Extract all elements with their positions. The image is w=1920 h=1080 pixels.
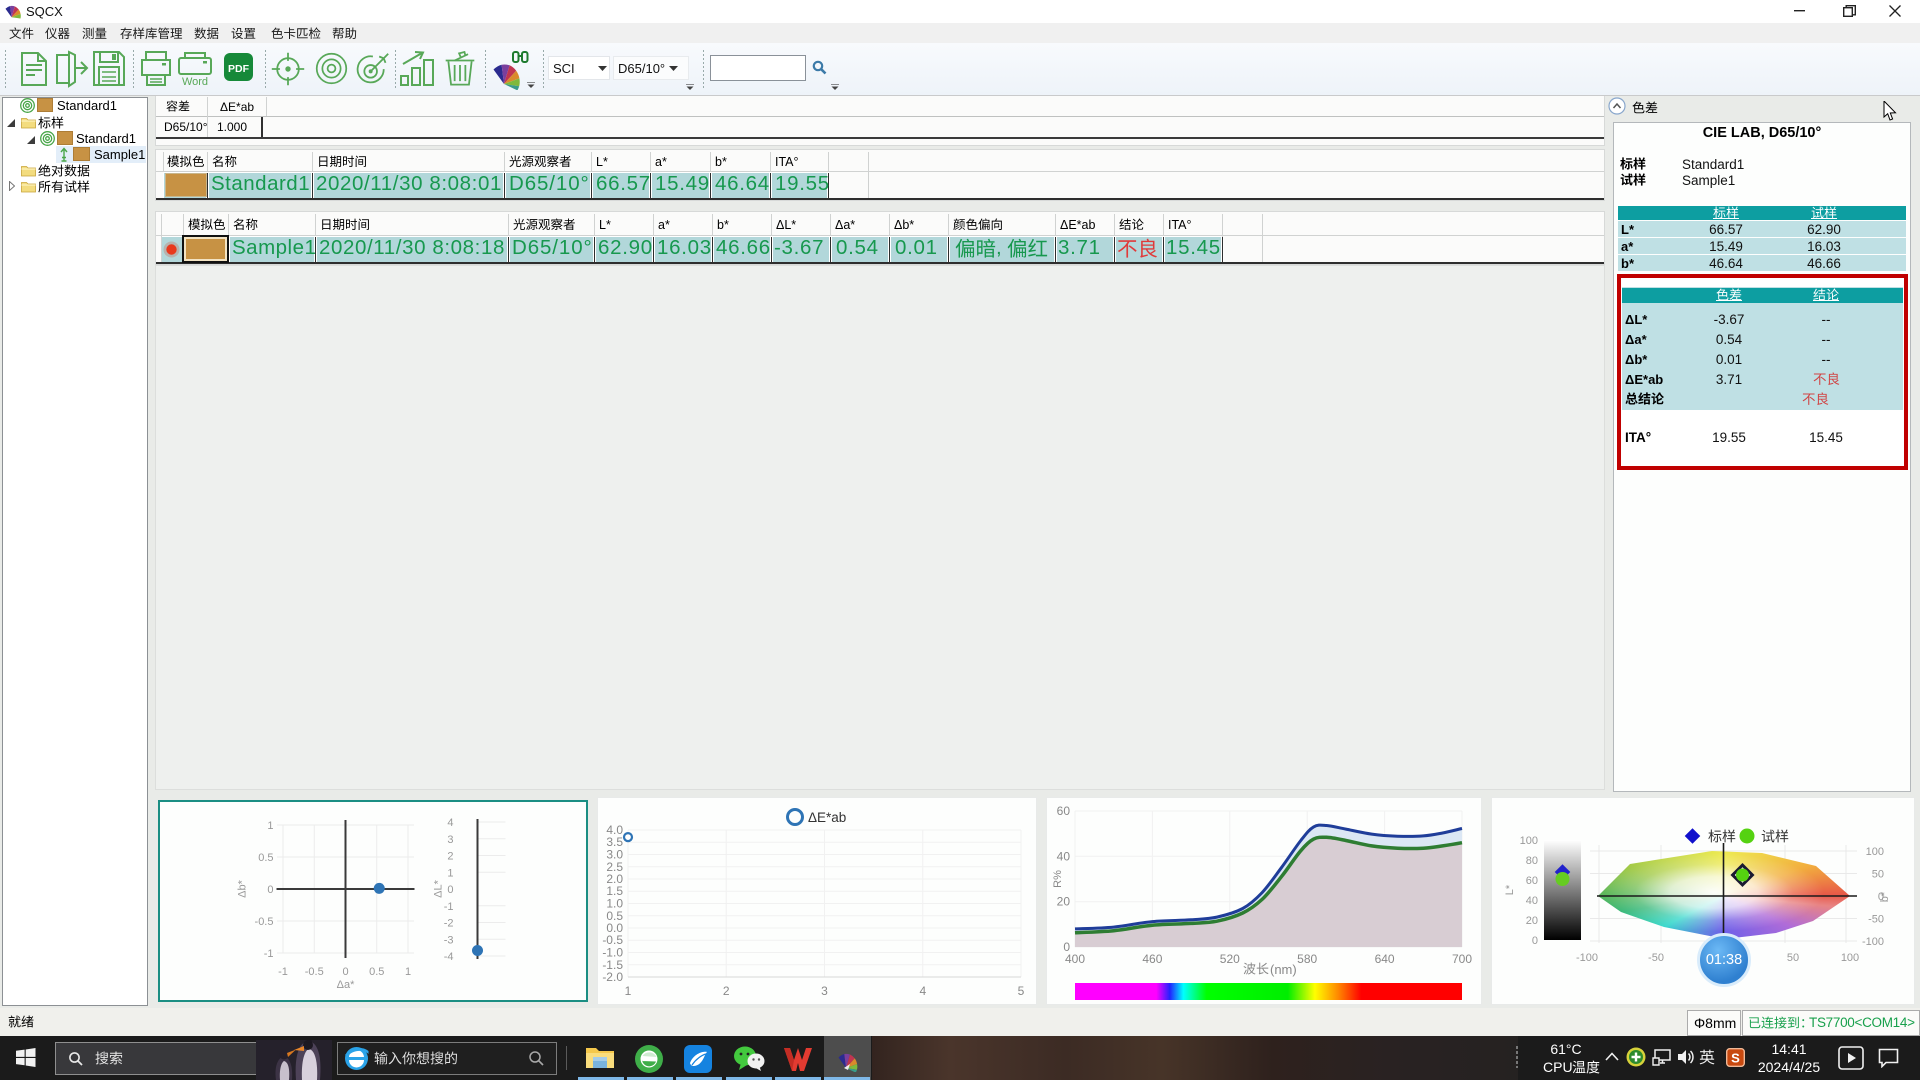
svg-text:-4: -4	[444, 951, 454, 963]
svg-text:3: 3	[447, 834, 453, 846]
svg-text:50: 50	[1872, 869, 1884, 881]
svg-text:R%: R%	[1052, 870, 1064, 888]
svg-text:b*: b*	[1879, 891, 1891, 902]
svg-text:40: 40	[1526, 895, 1538, 907]
svg-text:Δa*: Δa*	[337, 979, 355, 991]
svg-text:4: 4	[919, 984, 926, 998]
svg-text:20: 20	[1526, 915, 1538, 927]
svg-text:PDF: PDF	[228, 63, 250, 75]
svg-text:520: 520	[1220, 952, 1240, 966]
svg-text:400: 400	[1065, 952, 1085, 966]
svg-text:1: 1	[625, 984, 632, 998]
svg-text:ΔL*: ΔL*	[433, 879, 445, 897]
svg-text:5: 5	[1018, 984, 1025, 998]
svg-text:1: 1	[267, 820, 273, 832]
svg-text:-50: -50	[1868, 914, 1884, 926]
svg-text:1: 1	[447, 867, 453, 879]
svg-text:2: 2	[447, 851, 453, 863]
svg-text:80: 80	[1526, 855, 1538, 867]
svg-text:-100: -100	[1576, 952, 1598, 964]
svg-text:-2: -2	[444, 918, 454, 930]
svg-text:640: 640	[1375, 952, 1395, 966]
svg-text:L*: L*	[1504, 884, 1516, 895]
svg-text:100: 100	[1520, 835, 1538, 847]
svg-text:-1: -1	[264, 948, 274, 960]
svg-text:60: 60	[1057, 804, 1071, 818]
svg-text:Word: Word	[182, 76, 208, 87]
svg-text:-3: -3	[444, 934, 454, 946]
svg-text:ΔE*ab: ΔE*ab	[808, 810, 846, 825]
svg-text:-2.0: -2.0	[602, 970, 623, 984]
svg-text:50: 50	[1787, 952, 1799, 964]
svg-text:2: 2	[723, 984, 730, 998]
svg-text:0: 0	[342, 966, 348, 978]
svg-text:0: 0	[447, 884, 453, 896]
svg-text:-0.5: -0.5	[305, 966, 324, 978]
svg-text:-1: -1	[444, 901, 454, 913]
svg-text:20: 20	[1057, 895, 1071, 909]
svg-text:0.5: 0.5	[369, 966, 384, 978]
svg-text:-100: -100	[1862, 936, 1884, 948]
svg-text:0: 0	[1063, 940, 1070, 954]
svg-text:700: 700	[1452, 952, 1472, 966]
svg-text:580: 580	[1297, 952, 1317, 966]
svg-text:4: 4	[447, 817, 453, 829]
svg-text:Δb*: Δb*	[237, 879, 249, 897]
svg-text:-50: -50	[1648, 952, 1664, 964]
svg-text:-1: -1	[278, 966, 288, 978]
svg-text:100: 100	[1841, 952, 1859, 964]
svg-text:0.5: 0.5	[258, 852, 273, 864]
svg-text:60: 60	[1526, 875, 1538, 887]
svg-text:-0.5: -0.5	[255, 916, 274, 928]
svg-text:0: 0	[267, 884, 273, 896]
svg-text:40: 40	[1057, 849, 1071, 863]
svg-text:S: S	[1731, 1051, 1740, 1066]
svg-text:100: 100	[1866, 846, 1884, 858]
svg-text:3: 3	[821, 984, 828, 998]
svg-text:0: 0	[1532, 935, 1538, 947]
svg-text:1: 1	[405, 966, 411, 978]
svg-text:460: 460	[1142, 952, 1162, 966]
